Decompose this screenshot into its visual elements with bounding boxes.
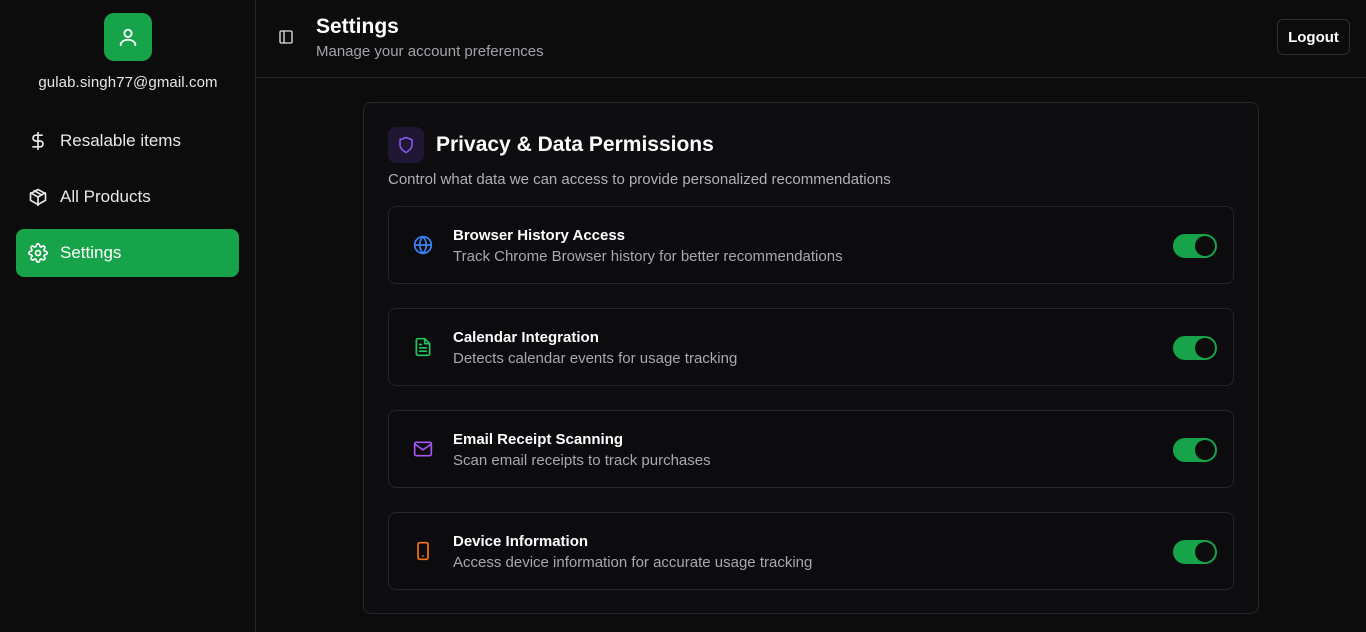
permission-description: Detects calendar events for usage tracki… bbox=[453, 350, 738, 367]
user-icon bbox=[119, 28, 137, 47]
privacy-permissions-card: Privacy & Data Permissions Control what … bbox=[363, 102, 1259, 614]
sidebar-item-label: Settings bbox=[60, 243, 122, 262]
permission-description: Scan email receipts to track purchases bbox=[453, 452, 711, 469]
toggle-knob bbox=[1195, 236, 1215, 256]
card-title: Privacy & Data Permissions bbox=[436, 133, 714, 156]
header: Settings Manage your account preferences… bbox=[256, 0, 1366, 78]
permission-description: Track Chrome Browser history for better … bbox=[453, 248, 843, 265]
mail-icon bbox=[413, 439, 433, 459]
sidebar-item-label: Resalable items bbox=[60, 131, 181, 150]
permission-title: Browser History Access bbox=[453, 227, 626, 244]
toggle-knob bbox=[1195, 338, 1215, 358]
smartphone-icon bbox=[413, 541, 433, 561]
calendar-integration-toggle[interactable] bbox=[1173, 336, 1217, 360]
logout-button[interactable]: Logout bbox=[1277, 19, 1350, 55]
app-root: gulab.singh77@gmail.com Resalable items … bbox=[0, 0, 1366, 632]
sidebar-item-label: All Products bbox=[60, 187, 151, 206]
permission-title: Email Receipt Scanning bbox=[453, 431, 624, 448]
permission-row-device-info: Device Information Access device informa… bbox=[388, 512, 1234, 590]
toggle-knob bbox=[1195, 542, 1215, 562]
page-subtitle: Manage your account preferences bbox=[316, 43, 544, 60]
card-description: Control what data we can access to provi… bbox=[388, 171, 891, 188]
sidebar-item-settings[interactable]: Settings bbox=[16, 229, 239, 277]
panel-left-icon bbox=[279, 30, 293, 44]
sidebar: gulab.singh77@gmail.com Resalable items … bbox=[0, 0, 256, 632]
permission-row-email-receipt: Email Receipt Scanning Scan email receip… bbox=[388, 410, 1234, 488]
permission-row-browser-history: Browser History Access Track Chrome Brow… bbox=[388, 206, 1234, 284]
page-title: Settings bbox=[316, 15, 399, 38]
browser-history-toggle[interactable] bbox=[1173, 234, 1217, 258]
device-information-toggle[interactable] bbox=[1173, 540, 1217, 564]
document-icon bbox=[413, 337, 433, 357]
dollar-icon bbox=[28, 131, 48, 151]
permission-title: Device Information bbox=[453, 533, 589, 550]
permission-title: Calendar Integration bbox=[453, 329, 599, 346]
sidebar-item-all-products[interactable]: All Products bbox=[16, 173, 239, 221]
email-receipt-toggle[interactable] bbox=[1173, 438, 1217, 462]
user-email: gulab.singh77@gmail.com bbox=[38, 74, 218, 91]
sidebar-toggle-button[interactable] bbox=[276, 27, 296, 47]
package-icon bbox=[28, 187, 48, 207]
permission-row-calendar: Calendar Integration Detects calendar ev… bbox=[388, 308, 1234, 386]
avatar[interactable] bbox=[104, 13, 152, 61]
globe-icon bbox=[413, 235, 433, 255]
shield-icon bbox=[388, 127, 424, 163]
gear-icon bbox=[28, 243, 48, 263]
sidebar-item-resalable-items[interactable]: Resalable items bbox=[16, 117, 239, 165]
permission-description: Access device information for accurate u… bbox=[453, 554, 813, 571]
toggle-knob bbox=[1195, 440, 1215, 460]
